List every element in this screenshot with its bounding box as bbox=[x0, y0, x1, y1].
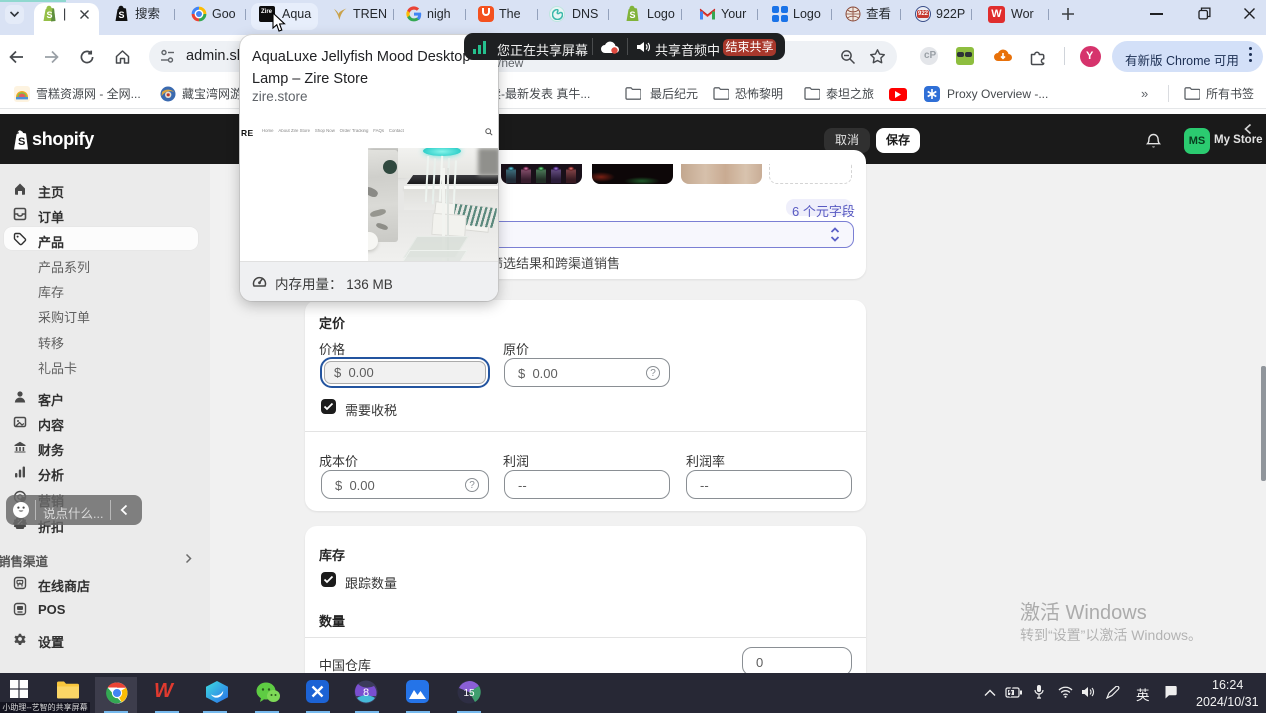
svg-text:S: S bbox=[119, 10, 125, 20]
svg-text:15: 15 bbox=[463, 688, 475, 699]
svg-text:8: 8 bbox=[363, 687, 369, 699]
svg-text:S: S bbox=[630, 10, 636, 20]
svg-text:S: S bbox=[47, 10, 53, 20]
svg-text:S: S bbox=[18, 136, 25, 148]
